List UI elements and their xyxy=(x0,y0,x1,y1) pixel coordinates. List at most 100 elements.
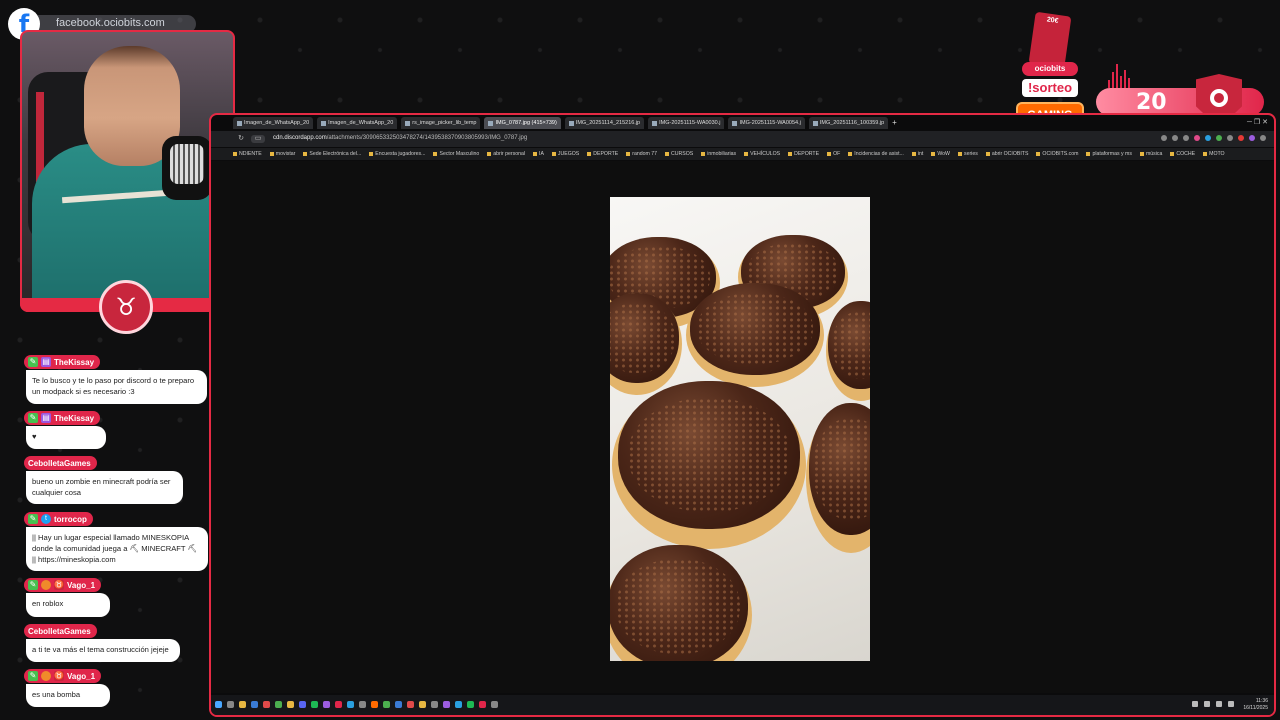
chat-text: ♥ xyxy=(26,426,106,449)
clock-time: 11:36 xyxy=(1255,698,1268,704)
app-icon[interactable] xyxy=(335,701,342,708)
url-field[interactable]: cdn.discordapp.com/attachments/309065332… xyxy=(273,135,527,141)
bookmark[interactable]: Encuesta jugadores... xyxy=(369,148,425,160)
taskbar-apps xyxy=(215,701,498,708)
chat-text: Te lo busco y te lo paso por discord o t… xyxy=(26,370,207,404)
extension-icon[interactable] xyxy=(1238,135,1244,141)
bookmark[interactable]: abrir OCIOBITS xyxy=(986,148,1029,160)
spotify-icon[interactable] xyxy=(311,701,318,708)
extension-icon[interactable] xyxy=(1194,135,1200,141)
menu-icon[interactable] xyxy=(1260,135,1266,141)
bookmark[interactable]: DEPORTE xyxy=(587,148,618,160)
new-tab-icon[interactable]: + xyxy=(892,117,897,129)
broadcaster-badge-icon: ✎ xyxy=(28,514,38,524)
chat-username: ✎ ♉ Vago_1 xyxy=(24,669,102,683)
app-icon[interactable] xyxy=(251,701,258,708)
bookmark[interactable]: Sede Electrónica del... xyxy=(303,148,361,160)
bookmark[interactable]: OF xyxy=(827,148,840,160)
subscriber-badge-icon: ▤ xyxy=(41,413,51,423)
toolbar-extensions xyxy=(1161,135,1266,141)
app-icon[interactable] xyxy=(275,701,282,708)
extension-icon[interactable] xyxy=(1205,135,1211,141)
tab[interactable]: IMG_20251116_100359.jp xyxy=(808,117,889,129)
bookmark[interactable]: Incidencias de asist... xyxy=(848,148,904,160)
extension-icon[interactable] xyxy=(1216,135,1222,141)
bookmark[interactable]: Sector Masculino xyxy=(433,148,479,160)
app-icon[interactable] xyxy=(407,701,414,708)
sorteo-command: !sorteo xyxy=(1022,79,1078,97)
bookmark[interactable]: MOTO xyxy=(1203,148,1224,160)
tab[interactable]: IMG-20251115-WA0030.j xyxy=(648,117,725,129)
zoom-icon[interactable] xyxy=(1161,135,1167,141)
site-info-icon[interactable]: ▭ xyxy=(251,135,265,143)
tab-active[interactable]: IMG_0787.jpg (415×739) xyxy=(484,117,561,129)
app-icon[interactable] xyxy=(455,701,462,708)
tab[interactable]: Imagen_de_WhatsApp_20 xyxy=(317,117,398,129)
bookmark[interactable]: VEHÍCULOS xyxy=(744,148,780,160)
clock[interactable]: 11:36 16/11/2025 xyxy=(1243,698,1268,712)
bookmark[interactable]: movistar xyxy=(270,148,296,160)
bookmark[interactable]: int xyxy=(912,148,923,160)
bookmark[interactable]: inmobiliarias xyxy=(701,148,736,160)
app-icon[interactable] xyxy=(359,701,366,708)
app-icon[interactable] xyxy=(371,701,378,708)
app-icon[interactable] xyxy=(467,701,474,708)
bookmark[interactable]: random 77 xyxy=(626,148,657,160)
tab[interactable]: IMG-20251115-WA0054.j xyxy=(728,117,805,129)
bookmark[interactable]: CURSOS xyxy=(665,148,693,160)
chat-text: bueno un zombie en minecraft podría ser … xyxy=(26,471,183,504)
search-icon[interactable] xyxy=(227,701,234,708)
network-icon[interactable] xyxy=(1204,701,1210,707)
bookmark[interactable]: DEPORTE xyxy=(788,148,819,160)
app-icon[interactable] xyxy=(443,701,450,708)
star-icon[interactable] xyxy=(1183,135,1189,141)
app-icon[interactable] xyxy=(491,701,498,708)
bookmark[interactable]: plataformas y ms xyxy=(1086,148,1132,160)
app-icon[interactable] xyxy=(419,701,426,708)
start-icon[interactable] xyxy=(215,701,222,708)
discord-icon[interactable] xyxy=(299,701,306,708)
chat-text: || Hay un lugar especial llamado MINESKO… xyxy=(26,527,208,571)
app-icon[interactable] xyxy=(263,701,270,708)
system-tray xyxy=(1192,701,1234,707)
app-icon[interactable] xyxy=(347,701,354,708)
donut xyxy=(612,381,806,549)
share-icon[interactable] xyxy=(1172,135,1178,141)
profile-icon[interactable] xyxy=(1249,135,1255,141)
tab[interactable]: IMG_20251114_215216.jp xyxy=(564,117,645,129)
browser-window: Imagen_de_WhatsApp_20 Imagen_de_WhatsApp… xyxy=(209,113,1276,717)
app-icon[interactable] xyxy=(395,701,402,708)
chrome-icon[interactable] xyxy=(287,701,294,708)
audio-equalizer-icon xyxy=(1108,64,1130,88)
broadcaster-badge-icon: ✎ xyxy=(28,413,38,423)
bookmark[interactable]: series xyxy=(958,148,978,160)
chat-text: a ti te va más el tema construcción jeje… xyxy=(26,639,180,662)
app-icon[interactable] xyxy=(323,701,330,708)
app-icon[interactable] xyxy=(431,701,438,708)
twitter-badge-icon: t xyxy=(41,514,51,524)
bookmark[interactable]: música xyxy=(1140,148,1162,160)
bull-badge-icon: ♉ xyxy=(54,671,64,681)
bookmark[interactable]: WoW xyxy=(931,148,950,160)
ociobits-label: ociobits xyxy=(1022,62,1078,76)
app-icon[interactable] xyxy=(479,701,486,708)
keyboard-icon[interactable] xyxy=(1228,701,1234,707)
bookmark[interactable]: IA xyxy=(533,148,544,160)
reload-icon[interactable]: ↻ xyxy=(237,135,245,143)
facebook-url: facebook.ociobits.com xyxy=(56,17,165,29)
tab[interactable]: rs_image_picker_lib_temp xyxy=(401,117,481,129)
tab[interactable]: Imagen_de_WhatsApp_20 xyxy=(233,117,314,129)
bookmark[interactable]: JUEGOS xyxy=(552,148,579,160)
donuts-photo[interactable] xyxy=(610,197,870,661)
bookmark[interactable]: NDIENTE xyxy=(233,148,262,160)
chevron-up-icon[interactable] xyxy=(1192,701,1198,707)
volume-icon[interactable] xyxy=(1216,701,1222,707)
folder-icon[interactable] xyxy=(239,701,246,708)
bookmark[interactable]: OCIOBITS.com xyxy=(1036,148,1078,160)
bookmark[interactable]: COCHE xyxy=(1170,148,1195,160)
extension-icon[interactable] xyxy=(1227,135,1233,141)
app-icon[interactable] xyxy=(383,701,390,708)
bookmark[interactable]: abrir personal xyxy=(487,148,525,160)
chat-username: ✎ ♉ Vago_1 xyxy=(24,578,102,592)
window-controls[interactable]: ─ ❐ ✕ xyxy=(1247,118,1268,126)
